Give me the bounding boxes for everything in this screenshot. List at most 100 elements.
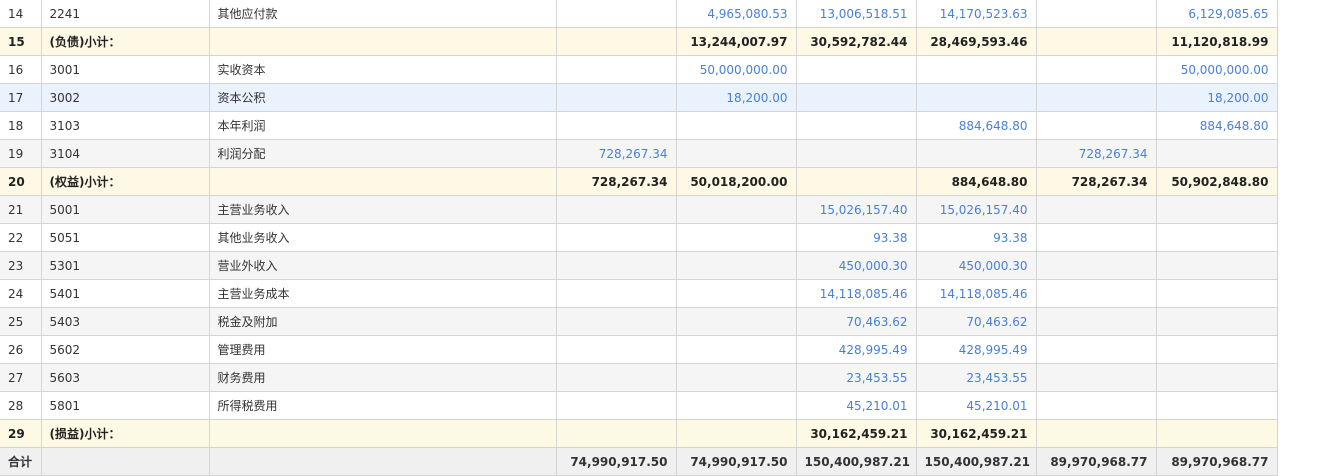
table-row[interactable]: 21 5001 主营业务收入 15,026,157.40 15,026,157.40 [0,195,1278,224]
closing-credit-cell: 50,902,848.80 [1156,167,1278,196]
opening-credit-cell: 4,965,080.53 [676,0,797,28]
closing-debit-cell [1036,27,1157,56]
account-code-cell: (负债)小计： [41,27,210,56]
opening-debit-cell [556,83,677,112]
opening-credit-cell [676,363,797,392]
opening-credit-cell [676,195,797,224]
period-debit-cell: 14,118,085.46 [796,279,917,308]
account-code-cell: 5603 [41,363,210,392]
table-row[interactable]: 28 5801 所得税费用 45,210.01 45,210.01 [0,391,1278,420]
row-number-cell: 17 [0,83,42,112]
subtotal-row[interactable]: 15 (负债)小计： 13,244,007.97 30,592,782.44 28,46… [0,27,1278,56]
row-number-cell: 20 [0,167,42,196]
account-code-cell: 3002 [41,83,210,112]
period-credit-cell: 45,210.01 [916,391,1037,420]
period-debit-cell [796,139,917,168]
opening-debit-cell: 728,267.34 [556,167,677,196]
period-debit-cell: 13,006,518.51 [796,0,917,28]
period-debit-cell: 150,400,987.21 [796,447,917,476]
opening-debit-cell [556,307,677,336]
period-debit-cell [796,83,917,112]
account-code-cell: 5001 [41,195,210,224]
row-number-cell: 28 [0,391,42,420]
account-name-cell: 本年利润 [209,111,557,140]
account-name-cell: 财务费用 [209,363,557,392]
table-row[interactable]: 25 5403 税金及附加 70,463.62 70,463.62 [0,307,1278,336]
row-number-cell: 14 [0,0,42,28]
closing-credit-cell: 89,970,968.77 [1156,447,1278,476]
closing-debit-cell: 89,970,968.77 [1036,447,1157,476]
table-body: 14 2241 其他应付款 4,965,080.53 13,006,518.51 14,1… [0,0,1278,476]
row-number-cell: 27 [0,363,42,392]
table-row[interactable]: 19 3104 利润分配 728,267.34 728,267.34 [0,139,1278,168]
row-number-cell: 26 [0,335,42,364]
subtotal-row[interactable]: 29 (损益)小计： 30,162,459.21 30,162,459.21 [0,419,1278,448]
opening-credit-cell [676,139,797,168]
opening-debit-cell [556,419,677,448]
account-code-cell: 3103 [41,111,210,140]
closing-credit-cell [1156,139,1278,168]
row-number-cell: 24 [0,279,42,308]
closing-debit-cell [1036,55,1157,84]
account-code-cell: 5401 [41,279,210,308]
table-row[interactable]: 27 5603 财务费用 23,453.55 23,453.55 [0,363,1278,392]
table-row[interactable]: 24 5401 主营业务成本 14,118,085.46 14,118,085.46 [0,279,1278,308]
row-number-cell: 23 [0,251,42,280]
closing-credit-cell [1156,223,1278,252]
period-credit-cell: 450,000.30 [916,251,1037,280]
account-name-cell [209,27,557,56]
closing-debit-cell [1036,251,1157,280]
closing-debit-cell: 728,267.34 [1036,139,1157,168]
period-credit-cell [916,55,1037,84]
account-code-cell: 3104 [41,139,210,168]
opening-debit-cell [556,335,677,364]
row-number-cell: 18 [0,111,42,140]
total-row[interactable]: 合计 74,990,917.50 74,990,917.50 150,400,987.… [0,447,1278,476]
opening-debit-cell [556,55,677,84]
table-row[interactable]: 23 5301 营业外收入 450,000.30 450,000.30 [0,251,1278,280]
period-credit-cell: 93.38 [916,223,1037,252]
account-code-cell: 5801 [41,391,210,420]
opening-credit-cell [676,223,797,252]
table-row[interactable]: 26 5602 管理费用 428,995.49 428,995.49 [0,335,1278,364]
closing-credit-cell: 50,000,000.00 [1156,55,1278,84]
subtotal-row[interactable]: 20 (权益)小计： 728,267.34 50,018,200.00 884,648.… [0,167,1278,196]
period-credit-cell: 14,118,085.46 [916,279,1037,308]
opening-debit-cell [556,0,677,28]
table-row[interactable]: 14 2241 其他应付款 4,965,080.53 13,006,518.51 14,1… [0,0,1278,28]
account-name-cell: 实收资本 [209,55,557,84]
account-code-cell [41,447,210,476]
opening-credit-cell: 18,200.00 [676,83,797,112]
period-credit-cell: 23,453.55 [916,363,1037,392]
opening-credit-cell [676,111,797,140]
period-credit-cell: 14,170,523.63 [916,0,1037,28]
opening-debit-cell: 74,990,917.50 [556,447,677,476]
account-code-cell: 5602 [41,335,210,364]
row-number-cell: 15 [0,27,42,56]
opening-credit-cell [676,391,797,420]
account-code-cell: 5051 [41,223,210,252]
opening-debit-cell [556,223,677,252]
table-row[interactable]: 18 3103 本年利润 884,648.80 884,648.80 [0,111,1278,140]
opening-debit-cell [556,27,677,56]
closing-credit-cell: 6,129,085.65 [1156,0,1278,28]
closing-debit-cell [1036,335,1157,364]
table-row[interactable]: 17 3002 资本公积 18,200.00 18,200.00 [0,83,1278,112]
closing-debit-cell [1036,0,1157,28]
opening-credit-cell: 13,244,007.97 [676,27,797,56]
period-credit-cell: 28,469,593.46 [916,27,1037,56]
closing-debit-cell [1036,83,1157,112]
period-debit-cell [796,111,917,140]
account-code-cell: 5403 [41,307,210,336]
closing-debit-cell [1036,363,1157,392]
table-row[interactable]: 16 3001 实收资本 50,000,000.00 50,000,000.00 [0,55,1278,84]
closing-debit-cell [1036,279,1157,308]
closing-credit-cell [1156,391,1278,420]
account-name-cell: 资本公积 [209,83,557,112]
account-name-cell: 所得税费用 [209,391,557,420]
period-debit-cell: 428,995.49 [796,335,917,364]
opening-credit-cell: 74,990,917.50 [676,447,797,476]
table-row[interactable]: 22 5051 其他业务收入 93.38 93.38 [0,223,1278,252]
account-code-cell: 2241 [41,0,210,28]
account-name-cell: 利润分配 [209,139,557,168]
